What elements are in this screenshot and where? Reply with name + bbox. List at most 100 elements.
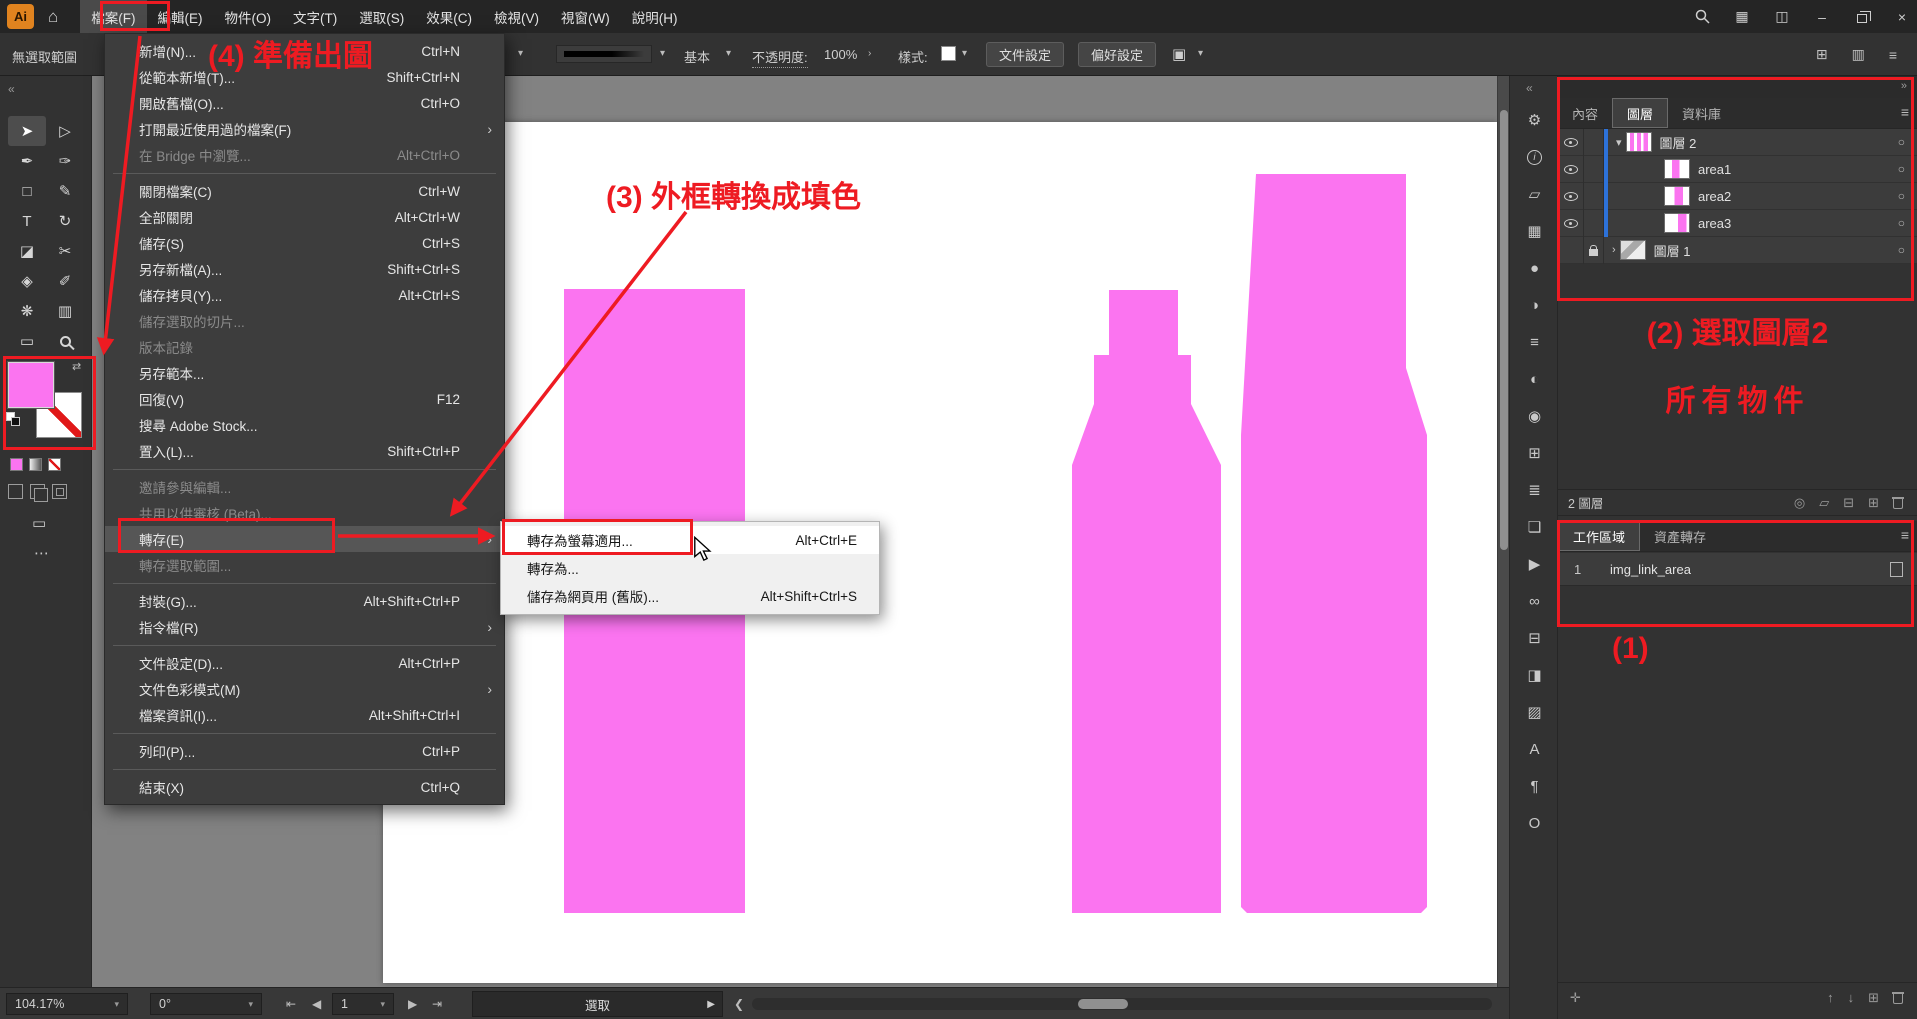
layer-name[interactable]: area3 [1698,216,1898,231]
paintbrush-tool[interactable]: ✎ [46,176,84,206]
lock-empty-cell[interactable] [1584,183,1604,210]
style-swatch[interactable] [941,46,956,61]
lock-empty-cell[interactable] [1584,129,1604,156]
menubar-item-window[interactable]: 視窗(W) [550,0,621,33]
artboard-nav-field[interactable]: 1▾ [332,993,394,1015]
menubar-item-type[interactable]: 文字(T) [282,0,348,33]
layer-name[interactable]: 圖層 2 [1660,133,1898,152]
menubar-item-select[interactable]: 選取(S) [348,0,415,33]
scissors-tool[interactable]: ✂ [46,236,84,266]
layer-name[interactable]: 圖層 1 [1654,241,1898,260]
artboard-page-icon[interactable] [1890,562,1903,577]
panel-tab-artboards[interactable]: 工作區域 [1558,521,1640,551]
file-menu-item[interactable]: 檔案資訊(I)...Alt+Shift+Ctrl+I [105,702,504,728]
file-menu-item[interactable]: 搜尋 Adobe Stock... [105,412,504,438]
screen-mode-icon[interactable]: ▭ [32,514,46,532]
character-panel-icon[interactable]: A [1523,739,1547,759]
controlbar-menu-icon[interactable]: ≡ [1889,47,1897,63]
new-layer-icon[interactable]: ⊞ [1868,495,1879,511]
style-dropdown-icon[interactable]: ▾ [962,48,967,59]
layers-panel-menu-icon[interactable]: ≡ [1901,104,1909,120]
properties-gear-icon[interactable]: ⚙ [1523,110,1547,130]
file-menu-item[interactable]: 從範本新增(T)...Shift+Ctrl+N [105,64,504,90]
curvature-tool[interactable]: ✑ [46,146,84,176]
stroke-icon[interactable]: ≡ [1523,332,1547,352]
last-artboard-icon[interactable]: ⇥ [432,997,442,1011]
layer-row[interactable]: › 圖層 1○ [1558,237,1917,264]
swap-fill-stroke-icon[interactable]: ⇄ [72,360,81,373]
move-artboard-icon[interactable]: ✛ [1570,990,1581,1006]
image-trace-icon[interactable]: ◨ [1523,665,1547,685]
pattern-options-icon[interactable]: ⊞ [1523,443,1547,463]
visibility-eye-icon[interactable] [1558,183,1584,210]
file-menu-item[interactable]: 文件色彩模式(M)› [105,676,504,702]
links-icon[interactable]: ∞ [1523,591,1547,611]
document-setup-button[interactable]: 文件設定 [986,42,1064,67]
stroke-color-dropdown-icon[interactable]: ▾ [518,48,523,59]
shape-builder-tool[interactable]: ◈ [8,266,46,296]
panel-tab-layers[interactable]: 圖層 [1612,98,1668,128]
panel-tab-properties[interactable]: 內容 [1558,98,1612,128]
delete-layer-icon[interactable] [1893,497,1903,509]
next-artboard-icon[interactable]: ▶ [408,997,417,1011]
file-menu-item[interactable]: 文件設定(D)...Alt+Ctrl+P [105,650,504,676]
panel-tab-asset-export[interactable]: 資產轉存 [1640,521,1720,551]
file-menu-item[interactable]: 另存範本... [105,360,504,386]
default-fill-stroke-icon[interactable] [6,412,22,428]
home-icon[interactable]: ⌂ [48,7,58,27]
gradient-button[interactable] [29,458,42,471]
symbol-sprayer-tool[interactable]: ❋ [8,296,46,326]
draw-inside-icon[interactable] [52,484,67,499]
layer-row[interactable]: ▾圖層 2○ [1558,129,1917,156]
first-artboard-icon[interactable]: ⇤ [286,997,296,1011]
move-down-icon[interactable]: ↓ [1848,990,1855,1005]
magenta-bottle-small[interactable] [1072,290,1221,913]
expand-chevron-icon[interactable]: › [1612,244,1616,256]
visibility-eye-icon[interactable] [1558,129,1584,156]
expand-dock-icon[interactable]: « [1526,81,1533,95]
lock-icon[interactable] [1584,237,1604,264]
panel-tab-libraries[interactable]: 資料庫 [1668,98,1735,128]
menubar-item-object[interactable]: 物件(O) [214,0,283,33]
file-menu-item[interactable]: 回復(V)F12 [105,386,504,412]
file-menu-item[interactable]: 封裝(G)...Alt+Shift+Ctrl+P [105,588,504,614]
layer-name[interactable]: area2 [1698,189,1898,204]
restore-window-icon[interactable] [1853,8,1871,26]
rotation-field[interactable]: 0°▾ [150,993,262,1015]
file-menu-item[interactable]: 打開最近使用過的檔案(F)› [105,116,504,142]
opacity-label[interactable]: 不透明度: [752,47,808,68]
magenta-bottle-large[interactable] [1241,174,1427,913]
swatches-icon[interactable]: ▦ [1523,221,1547,241]
actions-play-icon[interactable]: ▶ [1523,554,1547,574]
graph-tool[interactable]: ▥ [46,296,84,326]
opentype-panel-icon[interactable]: O [1523,813,1547,833]
stroke-preview[interactable] [556,45,652,63]
visibility-empty-cell[interactable] [1558,237,1584,264]
select-similar-dropdown-icon[interactable]: ▾ [1198,48,1203,59]
draw-behind-icon[interactable] [30,484,45,499]
appearance-icon[interactable]: ◉ [1523,406,1547,426]
file-menu-item[interactable]: 儲存拷貝(Y)...Alt+Ctrl+S [105,282,504,308]
artboard-tool[interactable]: ▭ [8,326,46,356]
file-menu-item[interactable]: 列印(P)...Ctrl+P [105,738,504,764]
collapse-toolbar-icon[interactable]: « [8,82,15,96]
rotate-tool[interactable]: ↻ [46,206,84,236]
collapse-dock-icon[interactable]: » [1901,80,1907,92]
none-button[interactable] [48,458,61,471]
opacity-value[interactable]: 100% [824,47,857,62]
target-circle-icon[interactable]: ○ [1898,243,1905,257]
visibility-eye-icon[interactable] [1558,210,1584,237]
make-mask-icon[interactable]: ▱ [1819,495,1829,511]
minimize-icon[interactable]: – [1813,8,1831,26]
preferences-button[interactable]: 偏好設定 [1078,42,1156,67]
visibility-eye-icon[interactable] [1558,156,1584,183]
new-sublayer-icon[interactable]: ⊟ [1843,495,1854,511]
paragraph-panel-icon[interactable]: ¶ [1523,776,1547,796]
file-menu-item[interactable]: 開啟舊檔(O)...Ctrl+O [105,90,504,116]
lock-empty-cell[interactable] [1584,210,1604,237]
file-menu-item[interactable]: 關閉檔案(C)Ctrl+W [105,178,504,204]
file-menu-item[interactable]: 指令檔(R)› [105,614,504,640]
brush-dropdown-icon[interactable]: ▾ [726,48,731,59]
export-submenu-item[interactable]: 儲存為網頁用 (舊版)...Alt+Shift+Ctrl+S [501,582,879,610]
draw-normal-icon[interactable] [8,484,23,499]
